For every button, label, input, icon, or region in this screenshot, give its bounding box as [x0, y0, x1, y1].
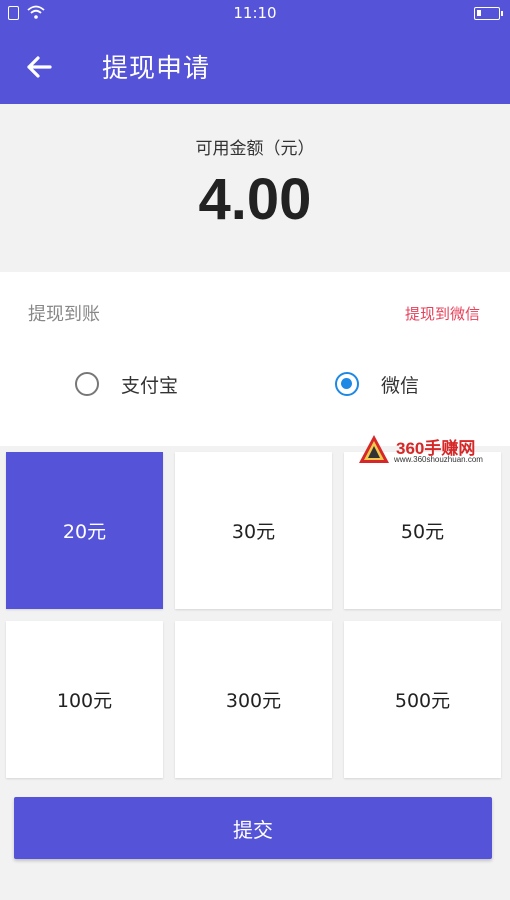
amount-option-50[interactable]: 50元 [344, 452, 501, 609]
radio-unchecked-icon[interactable] [75, 372, 99, 396]
radio-label-wechat: 微信 [381, 375, 420, 397]
balance-label: 可用金额（元） [195, 139, 315, 159]
arrow-left-icon[interactable] [22, 50, 56, 84]
amount-option-300[interactable]: 300元 [175, 621, 332, 778]
radio-option-wechat[interactable]: 微信 [335, 370, 445, 400]
submit-button[interactable]: 提交 [14, 797, 492, 859]
battery-icon [474, 7, 503, 20]
payout-label: 提现到账 [28, 304, 100, 325]
status-bar: 11:10 [0, 0, 510, 28]
app-bar: 提现申请 [0, 28, 510, 104]
balance-amount: 4.00 [198, 167, 312, 232]
status-time: 11:10 [233, 4, 277, 22]
radio-option-alipay[interactable]: 支付宝 [75, 370, 205, 400]
payout-method-section: 提现到账 提现到微信 支付宝 微信 [0, 272, 510, 446]
watermark-logo-icon [359, 435, 389, 463]
amount-grid: 20元 30元 50元 100元 300元 500元 [6, 452, 502, 778]
watermark-url: www.360shouzhuan.com [394, 455, 483, 464]
amount-option-30[interactable]: 30元 [175, 452, 332, 609]
watermark: 360手赚网 www.360shouzhuan.com [356, 430, 506, 470]
amount-option-100[interactable]: 100元 [6, 621, 163, 778]
page-title: 提现申请 [102, 54, 211, 84]
radio-label-alipay: 支付宝 [121, 375, 179, 397]
amount-option-20[interactable]: 20元 [6, 452, 163, 609]
radio-checked-icon[interactable] [335, 372, 359, 396]
balance-section: 可用金额（元） 4.00 [0, 104, 510, 272]
payout-destination: 提现到微信 [404, 305, 480, 323]
amount-option-500[interactable]: 500元 [344, 621, 501, 778]
